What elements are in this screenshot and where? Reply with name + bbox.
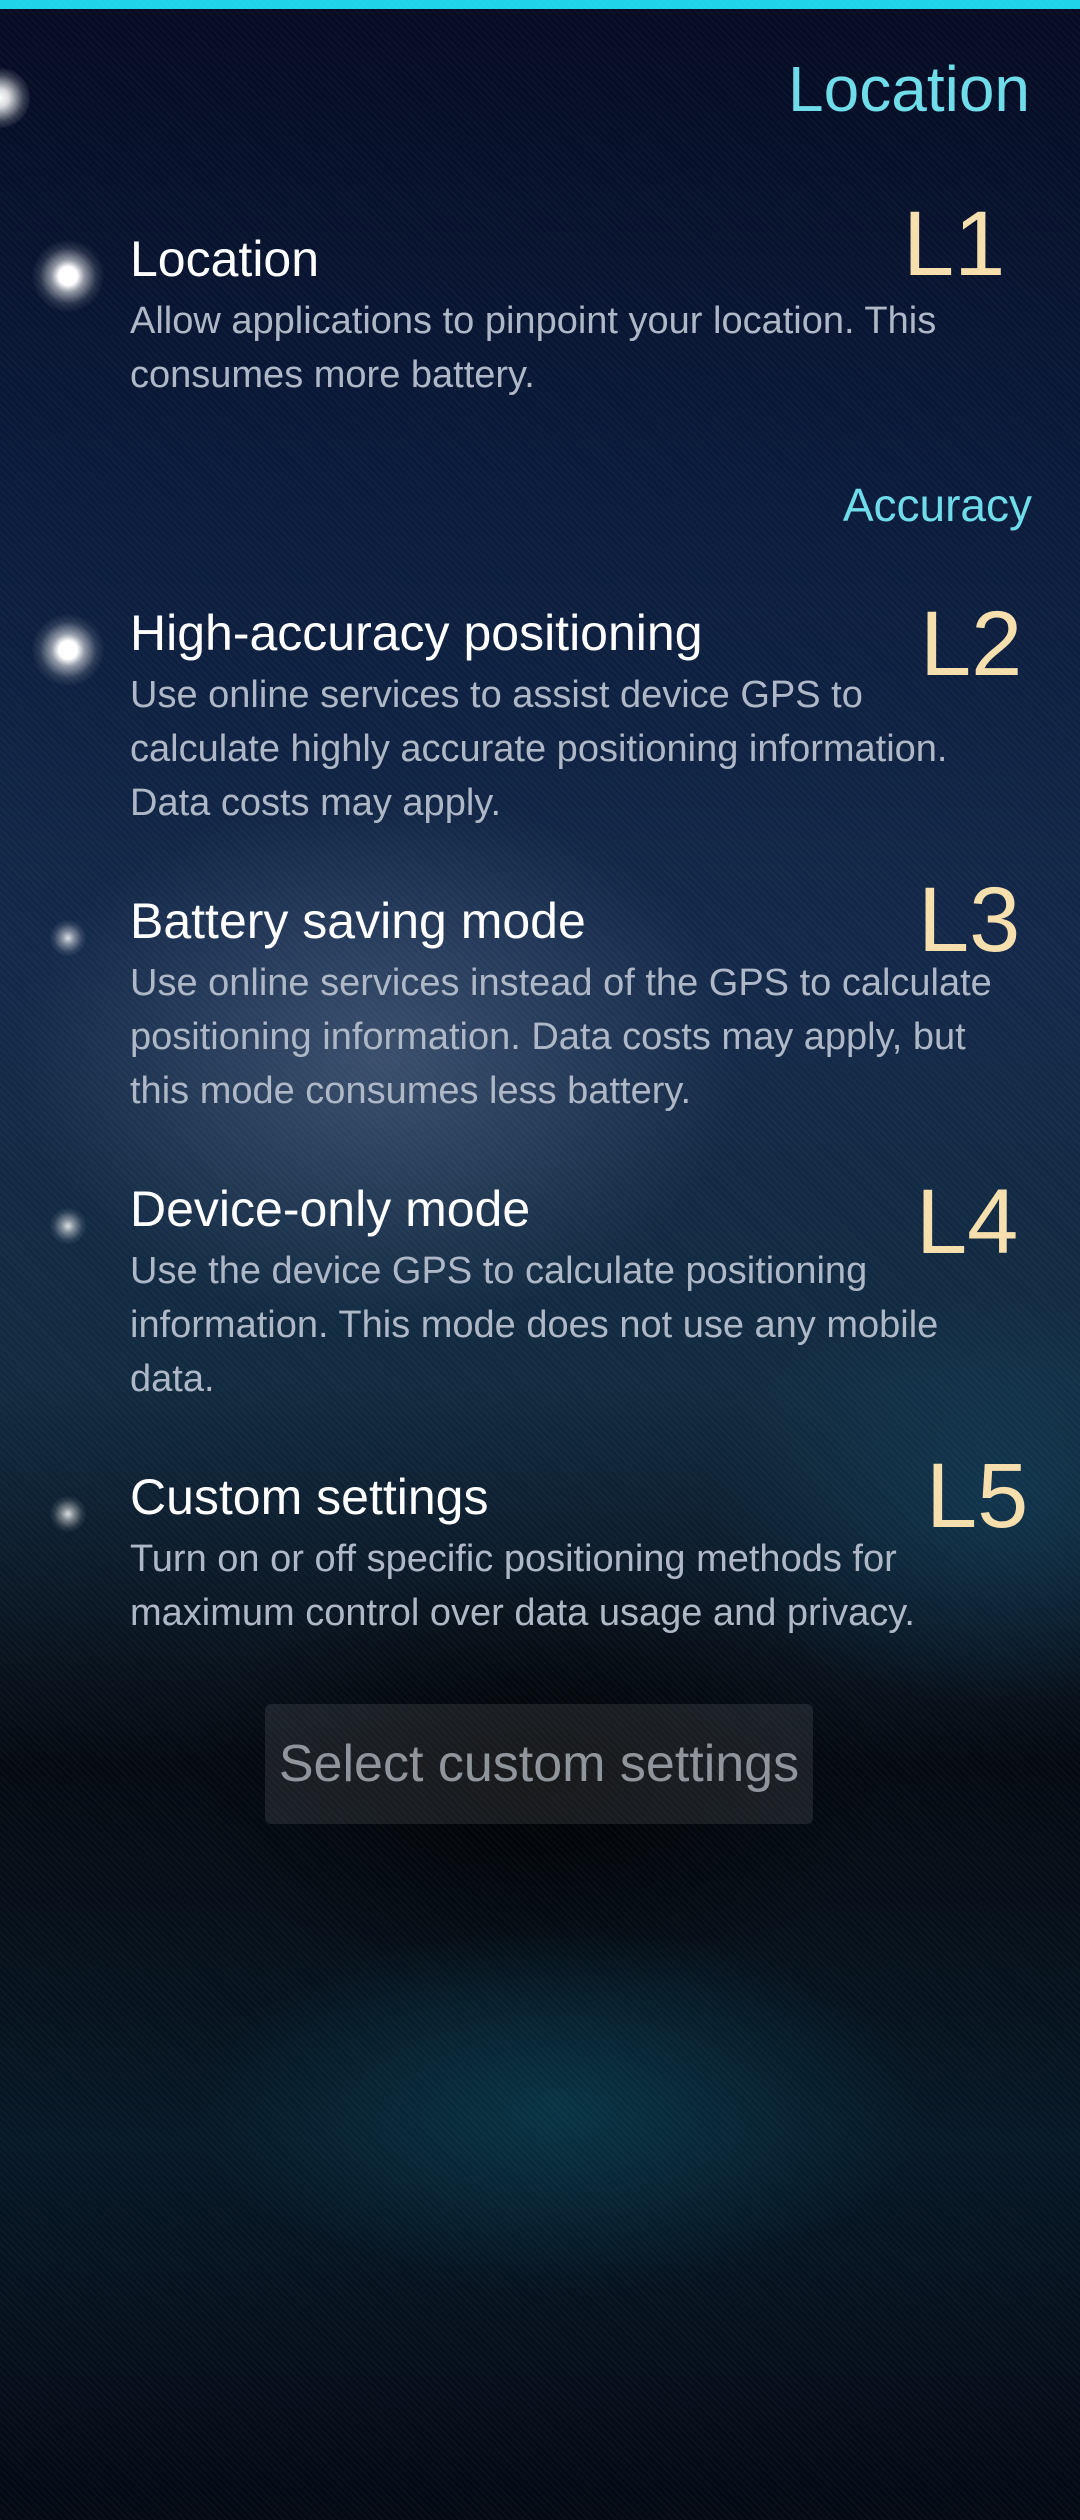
location-switch-description: Allow applications to pinpoint your loca… [130,300,937,396]
page-title: Location [788,53,1030,125]
accuracy-section-header: Accuracy [842,479,1032,531]
mode-title: Device-only mode [130,1181,531,1237]
label-l4: L4 [916,1171,1019,1273]
top-accent-bar [0,0,1080,9]
mode-selected-indicator-icon [32,614,104,686]
mode-battery-saving[interactable]: Battery saving mode Use online services … [0,874,1080,1122]
mode-high-accuracy[interactable]: High-accuracy positioning Use online ser… [0,598,1080,834]
label-l3: L3 [918,869,1021,971]
mode-description: Turn on or off specific positioning meth… [130,1538,915,1634]
pulley-menu-indicator [0,68,30,128]
switch-on-indicator-icon [32,240,104,312]
location-switch-title: Location [130,231,320,287]
select-custom-settings-button[interactable]: Select custom settings [265,1704,813,1824]
mode-title: High-accuracy positioning [130,605,703,661]
mode-unselected-indicator-icon [50,920,86,956]
mode-description: Use online services instead of the GPS t… [130,962,992,1112]
label-l5: L5 [926,1445,1029,1547]
mode-title: Battery saving mode [130,893,586,949]
label-l1: L1 [903,193,1006,295]
mode-device-only[interactable]: Device-only mode Use the device GPS to c… [0,1176,1080,1410]
mode-unselected-indicator-icon [50,1208,86,1244]
mode-description: Use online services to assist device GPS… [130,674,948,824]
mode-title: Custom settings [130,1469,489,1525]
mode-custom-settings[interactable]: Custom settings Turn on or off specific … [0,1450,1080,1648]
mode-description: Use the device GPS to calculate position… [130,1250,939,1400]
location-switch[interactable]: Location Allow applications to pinpoint … [0,198,1080,410]
label-l2: L2 [920,593,1023,695]
mode-unselected-indicator-icon [50,1496,86,1532]
